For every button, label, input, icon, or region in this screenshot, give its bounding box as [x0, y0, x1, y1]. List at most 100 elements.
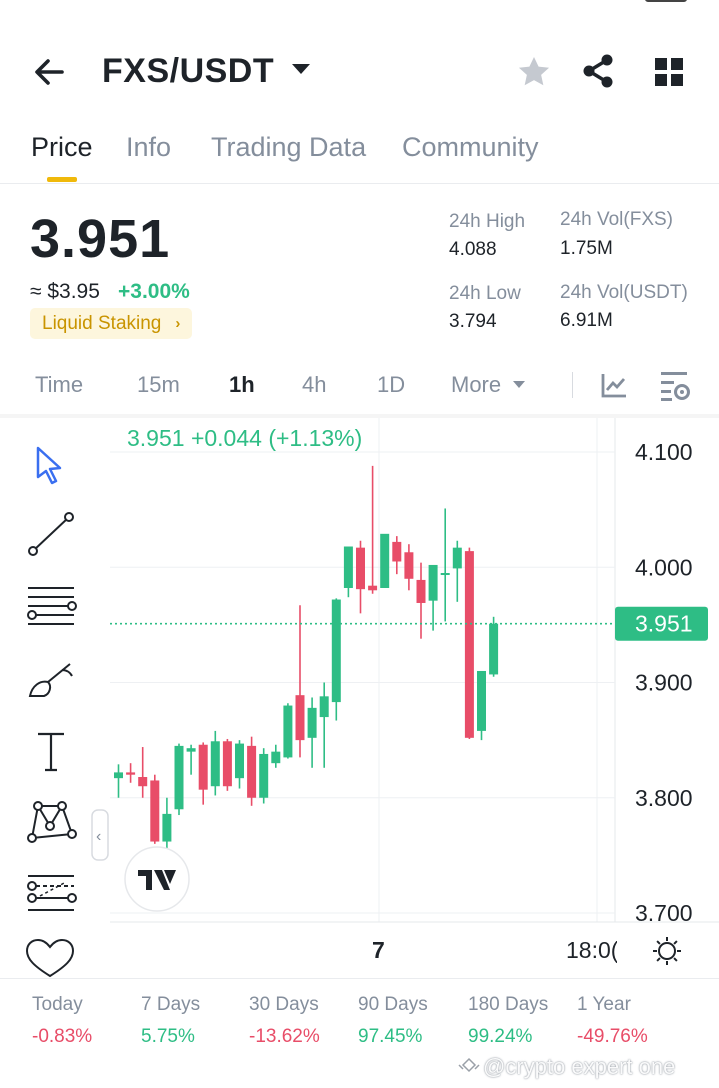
candle-body[interactable] — [477, 670, 486, 731]
tab-info[interactable]: Info — [126, 132, 171, 163]
perf-value-90d: 97.45% — [358, 1026, 423, 1047]
perf-value-1y: -49.76% — [577, 1026, 648, 1047]
timeframe-more[interactable]: More — [451, 372, 501, 398]
candle-body[interactable] — [162, 813, 172, 842]
cursor-tool[interactable] — [22, 440, 78, 492]
timeframe-1h[interactable]: 1h — [229, 372, 255, 398]
back-button[interactable] — [30, 52, 70, 92]
sun-settings-icon[interactable] — [653, 937, 681, 965]
candle-body[interactable] — [319, 696, 329, 718]
settings-sliders-icon — [661, 372, 690, 401]
timeframe-1d[interactable]: 1D — [377, 372, 405, 398]
candle-body[interactable] — [259, 753, 269, 798]
share-button[interactable] — [580, 52, 618, 90]
more-menu-button[interactable] — [652, 55, 686, 89]
candle-body[interactable] — [368, 585, 378, 591]
tab-community[interactable]: Community — [402, 132, 539, 163]
candle-body[interactable] — [452, 547, 462, 569]
last-price-label: 3.951 — [635, 611, 693, 637]
perf-label-1y: 1 Year — [577, 994, 631, 1015]
candle-body[interactable] — [307, 707, 317, 738]
stat-vol-quote-value: 6.91M — [560, 310, 613, 331]
candle-body[interactable] — [404, 552, 414, 579]
candle-body[interactable] — [186, 748, 196, 752]
trend-line-tool[interactable] — [22, 508, 78, 560]
y-tick-label: 4.100 — [635, 439, 693, 465]
timeframe-time[interactable]: Time — [35, 372, 83, 398]
candle-body[interactable] — [343, 546, 353, 588]
chart-legend: 3.951 +0.044 (+1.13%) — [127, 425, 363, 451]
category-tag-label: Liquid Staking — [42, 313, 162, 334]
share-icon — [583, 54, 613, 88]
perf-label-today: Today — [32, 994, 83, 1015]
candle-body[interactable] — [138, 777, 148, 787]
y-tick-label: 3.800 — [635, 785, 693, 811]
tab-trading-data[interactable]: Trading Data — [211, 132, 366, 163]
indicator-button[interactable] — [600, 370, 628, 400]
divider — [572, 372, 573, 398]
text-icon — [38, 732, 64, 772]
brush-tool[interactable] — [22, 656, 78, 708]
candle-body[interactable] — [464, 551, 474, 738]
perf-label-180d: 180 Days — [468, 994, 549, 1015]
divider — [0, 978, 719, 979]
perf-label-30d: 30 Days — [249, 994, 319, 1015]
candle-body[interactable] — [356, 547, 365, 590]
trend-line-icon — [28, 512, 74, 556]
candle-body[interactable] — [440, 573, 450, 576]
perf-value-today: -0.83% — [32, 1026, 93, 1047]
favorites-tool[interactable] — [22, 938, 78, 990]
candle-body[interactable] — [150, 780, 160, 842]
chevron-right-icon: › — [175, 315, 181, 332]
caret-down-icon[interactable] — [292, 64, 310, 74]
candle-body[interactable] — [114, 772, 123, 779]
arrow-left-icon — [35, 59, 64, 85]
stat-high-label: 24h High — [449, 211, 526, 232]
perf-label-7d: 7 Days — [141, 994, 201, 1015]
text-tool[interactable] — [22, 726, 78, 778]
candle-body[interactable] — [283, 705, 293, 758]
fib-icon — [27, 875, 77, 911]
status-bar — [0, 0, 719, 10]
candle-body[interactable] — [126, 772, 136, 775]
candle-body[interactable] — [380, 533, 390, 588]
candle-body[interactable] — [416, 579, 426, 603]
pair-title[interactable]: FXS/USDT — [102, 52, 274, 91]
horizontal-lines-tool[interactable] — [22, 580, 78, 632]
candle-body[interactable] — [428, 564, 438, 601]
horizontal-lines-icon — [27, 587, 77, 625]
grid-icon — [655, 58, 683, 86]
candle-body[interactable] — [222, 741, 232, 787]
candle-body[interactable] — [489, 623, 499, 675]
candlestick-chart[interactable]: 4.100 4.000 3.900 3.800 3.700 3.951 7 18:0(‹ — [0, 418, 719, 978]
candle-body[interactable] — [295, 695, 305, 741]
cursor-icon — [36, 446, 62, 485]
pattern-tool[interactable] — [22, 796, 78, 848]
chart-settings-button[interactable] — [658, 370, 692, 402]
stat-low-label: 24h Low — [449, 283, 521, 304]
last-price: 3.951 — [30, 209, 171, 269]
caret-down-icon[interactable] — [513, 381, 525, 388]
x-tick-label: 18:0( — [566, 937, 619, 963]
category-tag[interactable]: Liquid Staking › — [30, 308, 193, 339]
candle-body[interactable] — [247, 745, 257, 798]
indicator-chart-icon — [601, 374, 626, 398]
candle-body[interactable] — [392, 541, 402, 562]
candle-body[interactable] — [198, 744, 208, 790]
candle-body[interactable] — [174, 745, 184, 810]
candle-body[interactable] — [235, 743, 244, 779]
tab-price[interactable]: Price — [31, 132, 93, 163]
divider — [0, 183, 719, 184]
stat-high-value: 4.088 — [449, 239, 497, 260]
timeframe-15m[interactable]: 15m — [137, 372, 180, 398]
timeframe-4h[interactable]: 4h — [302, 372, 326, 398]
candle-body[interactable] — [271, 751, 281, 764]
perf-value-180d: 99.24% — [468, 1026, 533, 1047]
y-tick-label: 3.700 — [635, 900, 693, 926]
candle-body[interactable] — [331, 599, 341, 703]
active-tab-indicator — [47, 177, 77, 182]
chevron-left-icon: ‹ — [96, 828, 101, 845]
candle-body[interactable] — [210, 741, 220, 787]
fib-tool[interactable] — [22, 868, 78, 920]
favorite-button[interactable] — [515, 53, 553, 91]
